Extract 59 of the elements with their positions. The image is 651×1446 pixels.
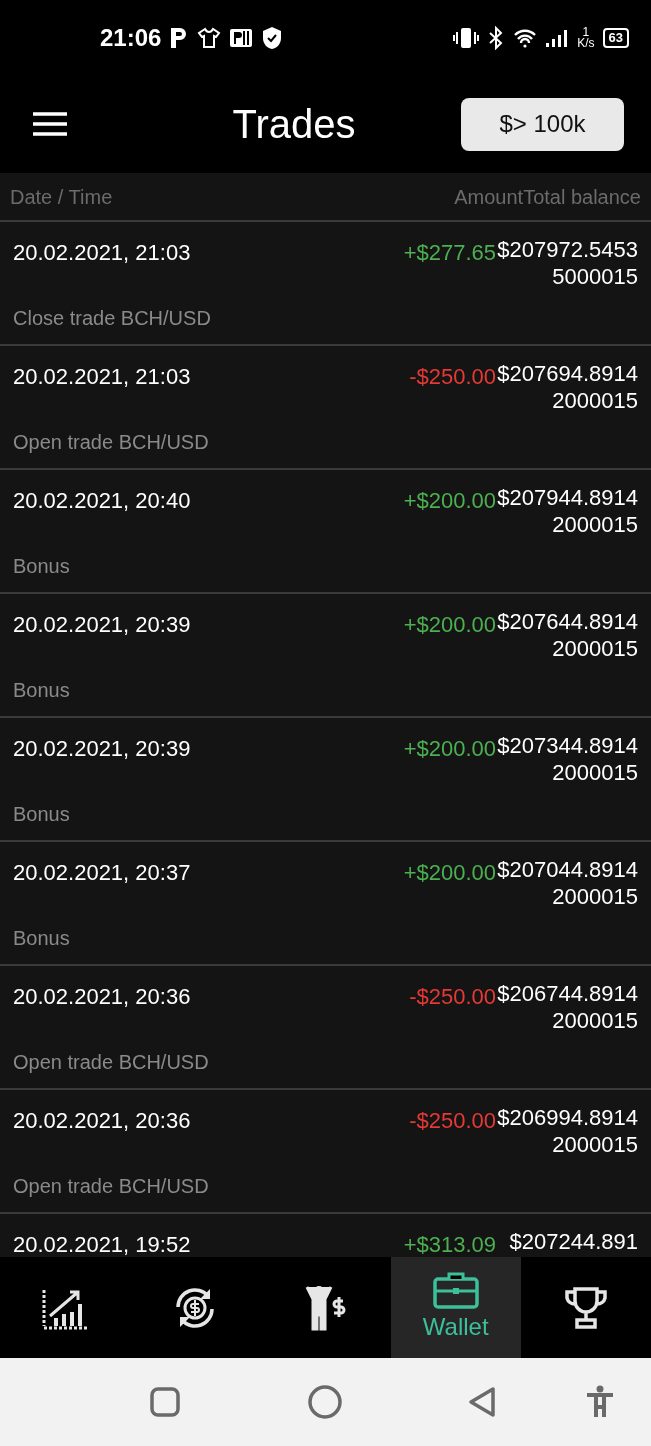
trade-balance: $207694.89142000015	[496, 360, 638, 414]
trade-balance: $207044.89142000015	[496, 856, 638, 910]
trade-amount: +$200.00	[403, 735, 496, 763]
recent-apps-button[interactable]	[150, 1387, 180, 1417]
trade-amount: -$250.00	[409, 983, 496, 1011]
trade-date: 20.02.2021, 19:52	[13, 1231, 191, 1257]
wifi-icon	[513, 27, 538, 48]
trade-balance: $206744.89142000015	[496, 980, 638, 1034]
speed-unit: K/s	[577, 37, 595, 49]
trade-balance: $207644.89142000015	[496, 608, 638, 662]
trade-date: 20.02.2021, 20:39	[13, 611, 191, 639]
trade-description: Bonus	[13, 554, 71, 579]
trade-date: 20.02.2021, 20:36	[13, 1107, 191, 1135]
trade-balance: $206994.89142000015	[496, 1104, 638, 1158]
page-title: Trades	[232, 101, 356, 148]
trade-date: 20.02.2021, 20:37	[13, 859, 191, 887]
trade-description: Close trade BCH/USD	[13, 306, 212, 331]
network-speed: 1	[582, 26, 590, 38]
trade-balance: $207972.54535000015	[496, 236, 638, 290]
shield-icon	[261, 25, 284, 50]
trade-date: 20.02.2021, 20:40	[13, 487, 191, 515]
column-header: Amount	[454, 184, 524, 210]
column-header: Date / Time	[10, 184, 113, 210]
trade-description: Bonus	[13, 802, 71, 827]
trade-amount: -$250.00	[409, 363, 496, 391]
trade-amount: +$200.00	[403, 611, 496, 639]
home-button[interactable]	[308, 1385, 342, 1419]
trade-date: 20.02.2021, 20:39	[13, 735, 191, 763]
trade-amount: -$250.00	[409, 1107, 496, 1135]
trade-balance: $207244.891	[508, 1228, 638, 1255]
trade-description: Open trade BCH/USD	[13, 1050, 210, 1075]
trade-description: Bonus	[13, 926, 71, 951]
trade-balance: $207944.89142000015	[496, 484, 638, 538]
trade-description: Open trade BCH/USD	[13, 430, 210, 455]
trade-amount: +$200.00	[403, 487, 496, 515]
trade-balance: $207344.89142000015	[496, 732, 638, 786]
trade-date: 20.02.2021, 21:03	[13, 239, 191, 267]
clock-time: 21:06	[100, 22, 162, 53]
back-button[interactable]	[467, 1386, 497, 1418]
accessibility-icon[interactable]	[585, 1385, 615, 1419]
trade-date: 20.02.2021, 20:36	[13, 983, 191, 1011]
battery-indicator: 63	[602, 27, 629, 48]
signal-icon	[545, 27, 570, 48]
trade-date: 20.02.2021, 21:03	[13, 363, 191, 391]
trade-description: Bonus	[13, 678, 71, 703]
vibrate-icon	[453, 25, 480, 50]
nav-tab[interactable]: Wallet	[390, 1257, 521, 1358]
briefcase-icon	[432, 1270, 479, 1309]
trade-amount: +$277.65	[403, 239, 496, 267]
app-icon	[229, 26, 254, 49]
column-header: Total balance	[523, 184, 641, 210]
person-money-icon	[304, 1284, 347, 1331]
trophy-icon	[564, 1285, 607, 1330]
filter-button[interactable]: $> 100k	[461, 97, 624, 151]
menu-icon[interactable]	[33, 112, 67, 136]
trade-amount: +$313.09	[403, 1231, 496, 1257]
trade-amount: +$200.00	[403, 859, 496, 887]
trade-description: Open trade BCH/USD	[13, 1174, 210, 1199]
shirt-icon	[197, 26, 222, 49]
